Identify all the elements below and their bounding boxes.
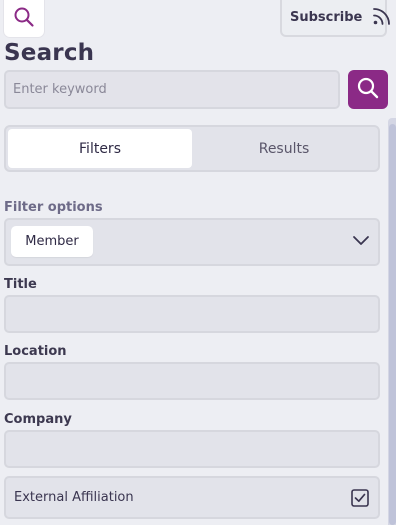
company-field[interactable] bbox=[4, 430, 380, 468]
search-icon bbox=[356, 76, 380, 104]
scrollbar-thumb[interactable] bbox=[389, 124, 396, 525]
external-affiliation-row[interactable]: External Affiliation bbox=[4, 476, 380, 519]
location-field[interactable] bbox=[4, 362, 380, 400]
title-field[interactable] bbox=[4, 295, 380, 333]
chevron-down-icon[interactable] bbox=[350, 232, 372, 250]
search-submit-button[interactable] bbox=[348, 70, 388, 109]
filter-options-heading: Filter options bbox=[4, 200, 103, 215]
subscribe-label: Subscribe bbox=[290, 10, 363, 25]
external-affiliation-label: External Affiliation bbox=[14, 490, 134, 505]
tab-results[interactable]: Results bbox=[192, 129, 376, 168]
selected-option-chip[interactable]: Member bbox=[11, 226, 93, 257]
checkbox-checked-icon[interactable] bbox=[350, 488, 370, 508]
company-label: Company bbox=[4, 412, 72, 427]
tab-bar: Filters Results bbox=[4, 125, 380, 172]
rss-icon bbox=[372, 6, 392, 30]
subscribe-button[interactable]: Subscribe bbox=[280, 0, 391, 37]
page-title: Search bbox=[4, 40, 95, 66]
search-icon bbox=[13, 6, 35, 32]
tab-filters[interactable]: Filters bbox=[8, 129, 192, 168]
location-label: Location bbox=[4, 344, 67, 359]
keyword-input[interactable] bbox=[4, 70, 340, 109]
header-search-button[interactable] bbox=[4, 0, 44, 37]
title-label: Title bbox=[4, 277, 37, 292]
